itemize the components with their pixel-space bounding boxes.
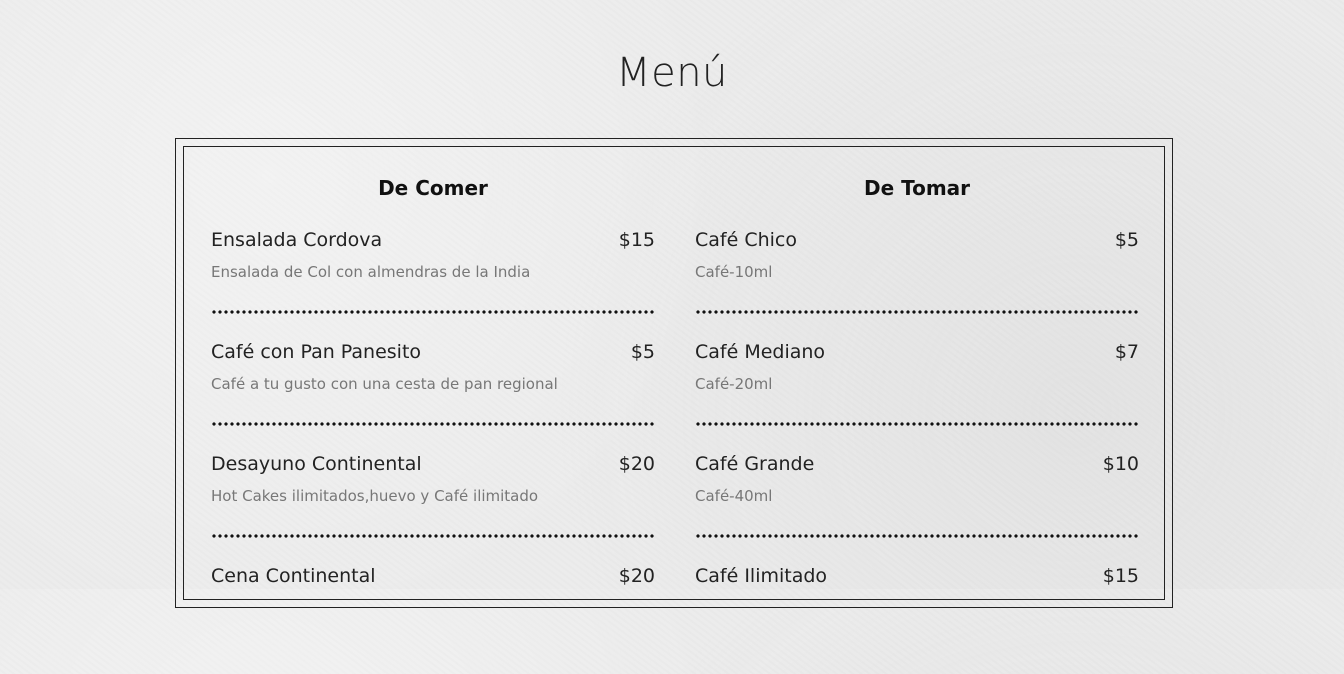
menu-item: Cena Continental $20 [211, 562, 655, 674]
dotted-divider [695, 310, 1139, 314]
item-name: Café Ilimitado [695, 565, 828, 587]
item-price: $5 [1114, 229, 1139, 251]
menu-item: Café Mediano $7 Café-20ml [695, 338, 1139, 450]
menu-column-drinks: De Tomar Café Chico $5 Café-10ml Café Me… [695, 147, 1139, 587]
item-price: $7 [1114, 341, 1139, 363]
item-price: $15 [1102, 565, 1139, 587]
item-price: $20 [618, 453, 655, 475]
item-description [211, 598, 655, 618]
item-name: Café Mediano [695, 341, 826, 363]
item-description: Café a tu gusto con una cesta de pan reg… [211, 375, 558, 393]
drink-items-list: Café Chico $5 Café-10ml Café Mediano $7 … [695, 226, 1139, 674]
dotted-divider [211, 534, 655, 538]
food-items-list: Ensalada Cordova $15 Ensalada de Col con… [211, 226, 655, 674]
column-title-food: De Comer [378, 176, 488, 200]
item-name: Cena Continental [211, 565, 376, 587]
item-price: $15 [618, 229, 655, 251]
page-title: Menú [616, 50, 728, 96]
item-description [695, 598, 1139, 618]
item-name: Ensalada Cordova [211, 229, 383, 251]
dotted-divider [211, 422, 655, 426]
item-description: Hot Cakes ilimitados,huevo y Café ilimit… [211, 487, 539, 505]
menu-inner-border: De Comer Ensalada Cordova $15 Ensalada d… [183, 146, 1165, 600]
item-price: $10 [1102, 453, 1139, 475]
item-name: Café con Pan Panesito [211, 341, 422, 363]
item-name: Café Grande [695, 453, 815, 475]
dotted-divider [695, 534, 1139, 538]
dotted-divider [695, 422, 1139, 426]
item-price: $20 [618, 565, 655, 587]
item-description: Café-20ml [695, 375, 773, 393]
dotted-divider [211, 310, 655, 314]
menu-frame: De Comer Ensalada Cordova $15 Ensalada d… [175, 138, 1173, 608]
item-description: Café-10ml [695, 263, 773, 281]
menu-item: Desayuno Continental $20 Hot Cakes ilimi… [211, 450, 655, 562]
menu-item: Ensalada Cordova $15 Ensalada de Col con… [211, 226, 655, 338]
column-title-drinks: De Tomar [863, 176, 971, 200]
menu-item: Café con Pan Panesito $5 Café a tu gusto… [211, 338, 655, 450]
menu-item: Café Chico $5 Café-10ml [695, 226, 1139, 338]
item-price: $5 [630, 341, 655, 363]
menu-column-food: De Comer Ensalada Cordova $15 Ensalada d… [211, 147, 655, 587]
item-description: Ensalada de Col con almendras de la Indi… [211, 263, 531, 281]
menu-item: Café Ilimitado $15 [695, 562, 1139, 674]
item-name: Café Chico [695, 229, 797, 251]
menu-item: Café Grande $10 Café-40ml [695, 450, 1139, 562]
item-description: Café-40ml [695, 487, 773, 505]
item-name: Desayuno Continental [211, 453, 422, 475]
